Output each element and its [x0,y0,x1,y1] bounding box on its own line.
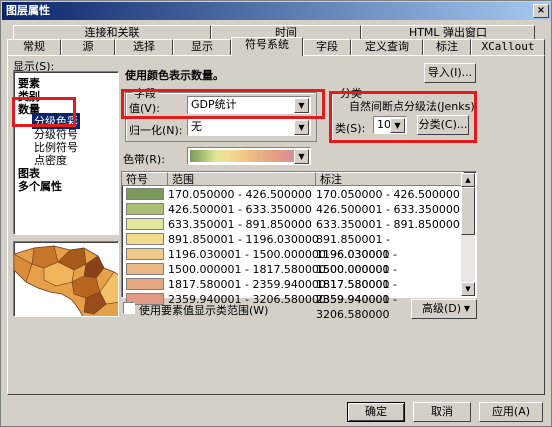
range-cell[interactable]: 426.500001 - 633.350000 [168,202,312,217]
scroll-up-icon[interactable]: ▲ [461,173,475,187]
table-row[interactable]: 1817.580001 - 2359.940000 1817.580001 - 2… [122,277,464,306]
table-row[interactable]: 633.350001 - 891.850000 633.350001 - 891.… [122,217,464,232]
scroll-thumb[interactable] [461,187,475,235]
panel-heading: 使用颜色表示数量。 [125,69,224,82]
dialog-title: 图层属性 [6,4,50,17]
symbol-swatch[interactable] [126,278,164,290]
cancel-button[interactable]: 取消 [413,402,471,422]
classes-label: 类(S): [335,122,366,135]
header-label[interactable]: 标注 [316,172,464,186]
table-row[interactable]: 891.850001 - 1196.030000 891.850001 - 119… [122,232,464,261]
tab-labels[interactable]: 标注 [423,39,471,55]
scroll-down-icon[interactable]: ▼ [461,282,475,296]
tab-symbology[interactable]: 符号系统 [231,37,303,56]
classification-method: 自然间断点分级法(Jenks) [349,100,475,113]
header-range[interactable]: 范围 [168,172,316,186]
range-cell[interactable]: 170.050000 - 426.500000 [168,187,312,202]
table-row[interactable]: 1500.000001 - 1817.580000 1500.000001 - 1… [122,262,464,291]
range-cell[interactable]: 1817.580001 - 2359.940000 [168,277,326,292]
advanced-button[interactable]: 高级(D) ▼ [411,299,477,319]
table-header: 符号 范围 标注 [122,172,464,186]
table-row[interactable]: 426.500001 - 633.350000 426.500001 - 633.… [122,202,464,217]
symbol-swatch[interactable] [126,248,164,260]
classes-count-select[interactable]: 10 ▼ [373,116,407,134]
tab-selection[interactable]: 选择 [115,39,173,55]
symbol-swatch[interactable] [126,233,164,245]
normalize-label: 归一化(N): [129,124,183,137]
value-label: 值(V): [129,102,160,115]
label-cell[interactable]: 633.350001 - 891.850000 [316,217,460,232]
tree-item-multiple-attributes[interactable]: 多个属性 [18,178,62,194]
table-row[interactable]: 1196.030001 - 1500.000000 1196.030001 - 1… [122,247,464,276]
close-icon[interactable]: × [533,4,549,18]
color-ramp-preview [190,150,294,162]
show-class-ranges-label: 使用要素值显示类范围(W) [139,304,269,317]
preview-map [13,241,119,317]
range-cell[interactable]: 633.350001 - 891.850000 [168,217,312,232]
value-field-selected: GDP统计 [191,98,237,111]
range-cell[interactable]: 891.850001 - 1196.030000 [168,232,319,247]
class-table: 符号 范围 标注 170.050000 - 426.500000 170.0500… [121,171,477,321]
table-scrollbar[interactable]: ▲ ▼ [461,173,475,296]
chevron-down-icon[interactable]: ▼ [294,149,309,164]
chevron-down-icon[interactable]: ▼ [294,98,309,113]
layer-properties-dialog: 图层属性 × 连接和关联 时间 HTML 弹出窗口 常规 源 选择 显示 符号系… [0,0,552,427]
range-cell[interactable]: 1500.000001 - 1817.580000 [168,262,326,277]
tab-source[interactable]: 源 [61,39,115,55]
africa-map-preview [14,245,118,316]
classify-button[interactable]: 分类(C)... [417,115,469,135]
chevron-down-icon[interactable]: ▼ [294,120,309,135]
classes-count-value: 10 [377,118,391,131]
title-bar: 图层属性 × [2,2,551,20]
tab-definition-query[interactable]: 定义查询 [351,39,423,55]
symbol-swatch[interactable] [126,218,164,230]
color-ramp-select[interactable]: ▼ [187,147,311,165]
show-tree: 要素 类别 数量 分级色彩 分级符号 比例符号 点密度 图表 多个属性 [13,71,119,235]
import-button[interactable]: 导入(I)... [424,63,476,83]
color-ramp-label: 色带(R): [123,153,165,166]
show-class-ranges-checkbox[interactable] [123,302,135,314]
label-cell[interactable]: 170.050000 - 426.500000 [316,187,460,202]
fields-group-title: 字段 [132,85,158,101]
chevron-down-icon[interactable]: ▼ [390,118,405,133]
tab-xcallout[interactable]: XCallout [471,39,545,55]
apply-button[interactable]: 应用(A) [479,402,543,422]
tab-fields[interactable]: 字段 [303,39,351,55]
label-cell[interactable]: 426.500001 - 633.350000 [316,202,460,217]
ok-button[interactable]: 确定 [347,402,405,422]
header-symbol[interactable]: 符号 [122,172,168,186]
tab-general[interactable]: 常规 [7,39,61,55]
table-row[interactable]: 170.050000 - 426.500000 170.050000 - 426.… [122,187,464,202]
range-cell[interactable]: 1196.030001 - 1500.000000 [168,247,326,262]
chevron-down-icon: ▼ [463,304,470,313]
symbol-swatch[interactable] [126,203,164,215]
symbol-swatch[interactable] [126,263,164,275]
value-field-select[interactable]: GDP统计 ▼ [187,96,311,114]
normalize-field-selected: 无 [191,120,202,133]
tab-display[interactable]: 显示 [173,39,231,55]
normalize-field-select[interactable]: 无 ▼ [187,118,311,136]
symbol-swatch[interactable] [126,188,164,200]
